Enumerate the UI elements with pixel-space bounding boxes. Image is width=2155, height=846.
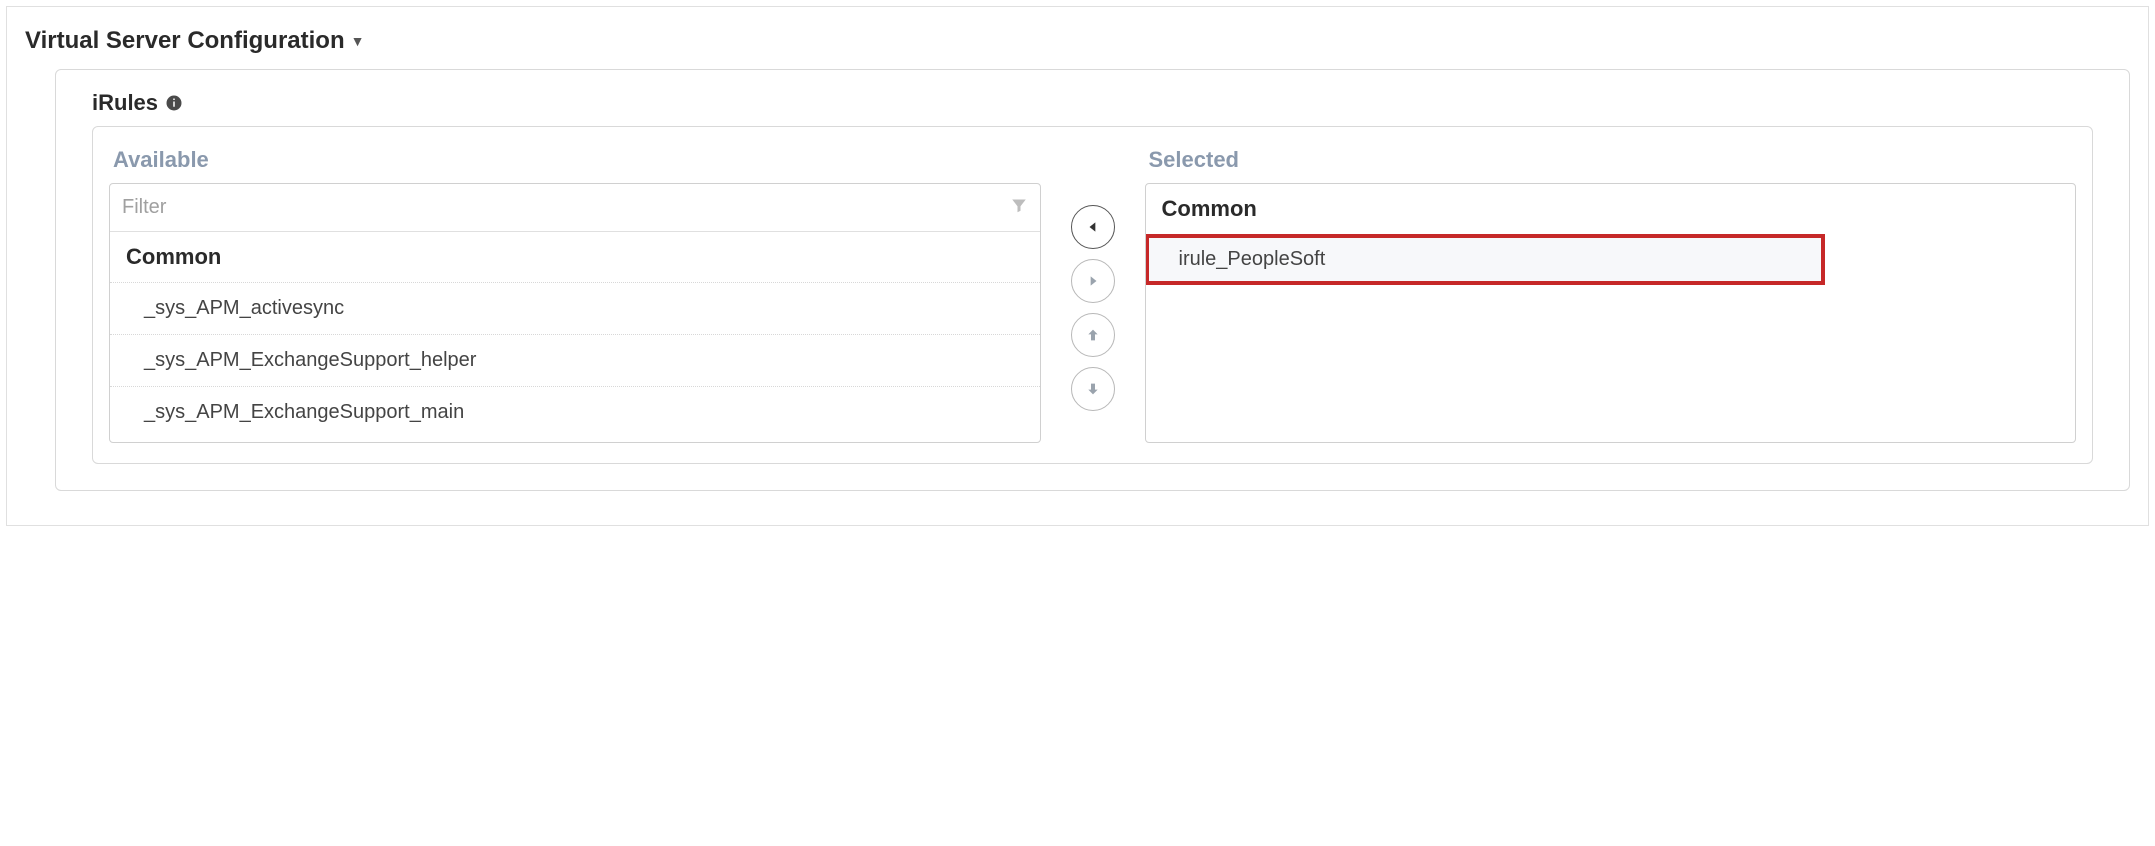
- available-group-header: Common: [110, 232, 1040, 282]
- selected-group-header: Common: [1146, 184, 2076, 234]
- filter-row: [110, 184, 1040, 232]
- list-item[interactable]: _sys_APM_activesync: [110, 282, 1040, 334]
- arrow-up-icon: [1085, 327, 1101, 343]
- triangle-left-icon: [1086, 220, 1100, 234]
- section-title: Virtual Server Configuration: [25, 27, 345, 55]
- dual-list-box: Available Common _sys_APM_activesync _sy…: [92, 126, 2093, 464]
- move-right-button[interactable]: [1071, 259, 1115, 303]
- irules-panel: iRules Available Common _sys_APM_activ: [55, 69, 2130, 491]
- section-header-toggle[interactable]: Virtual Server Configuration ▼: [25, 19, 2130, 69]
- selected-list-box: Common irule_PeopleSoft: [1145, 183, 2077, 443]
- triangle-right-icon: [1086, 274, 1100, 288]
- subsection-title: iRules: [92, 90, 158, 116]
- info-icon[interactable]: [164, 93, 184, 113]
- list-item[interactable]: irule_PeopleSoft: [1145, 234, 1826, 285]
- virtual-server-config-panel: Virtual Server Configuration ▼ iRules Av…: [6, 6, 2149, 526]
- transfer-buttons: [1057, 143, 1129, 443]
- selected-side: Selected Common irule_PeopleSoft: [1145, 143, 2077, 443]
- selected-label: Selected: [1145, 143, 2077, 183]
- caret-down-icon: ▼: [351, 33, 365, 49]
- available-label: Available: [109, 143, 1041, 183]
- list-item[interactable]: _sys_APM_ExchangeSupport_helper: [110, 334, 1040, 386]
- filter-input[interactable]: [110, 184, 1040, 231]
- list-item[interactable]: _sys_APM_ExchangeSupport_main: [110, 386, 1040, 438]
- available-side: Available Common _sys_APM_activesync _sy…: [109, 143, 1041, 443]
- arrow-down-icon: [1085, 381, 1101, 397]
- irules-subheading: iRules: [92, 90, 2093, 116]
- move-left-button[interactable]: [1071, 205, 1115, 249]
- available-list-box: Common _sys_APM_activesync _sys_APM_Exch…: [109, 183, 1041, 443]
- move-up-button[interactable]: [1071, 313, 1115, 357]
- move-down-button[interactable]: [1071, 367, 1115, 411]
